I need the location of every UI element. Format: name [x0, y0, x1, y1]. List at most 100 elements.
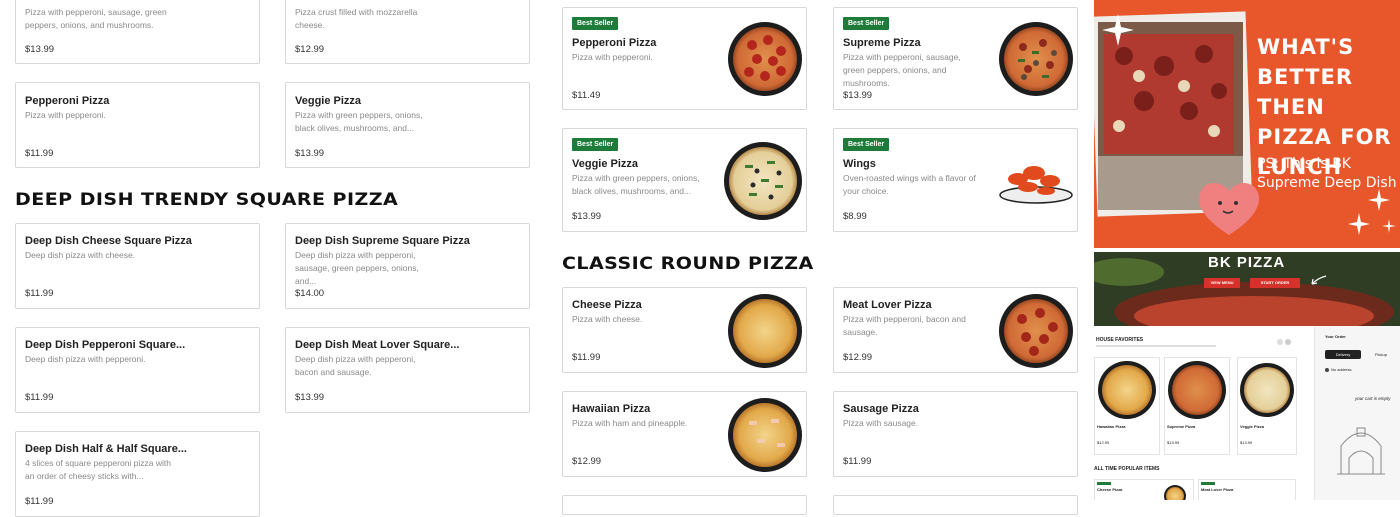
card-desc: Oven-roasted wings with a flavor of your…: [843, 173, 976, 196]
card-desc: Pizza with green peppers, onions, black …: [572, 173, 700, 196]
card-price: $14.00: [295, 288, 325, 299]
meat-lover-pizza-image: [999, 294, 1073, 368]
card-price: $13.99: [295, 148, 325, 159]
card-title: Deep Dish Supreme Square Pizza: [295, 235, 470, 247]
menu-preview-area: HOUSE FAVORITES Hawaiian Pizza $12.99 Su…: [1094, 326, 1314, 500]
house-favorites-title: HOUSE FAVORITES: [1096, 337, 1144, 343]
card-title: Deep Dish Half & Half Square...: [25, 443, 187, 455]
subtitle-bar: [1096, 345, 1216, 347]
mini-popular-card[interactable]: Cheese Pizza: [1094, 479, 1194, 500]
menu-card-partial[interactable]: [562, 495, 807, 515]
menu-card-supreme-partial[interactable]: Pizza with pepperoni, sausage, green pep…: [15, 0, 260, 64]
best-seller-card-veggie[interactable]: Best Seller Veggie Pizza Pizza with gree…: [562, 128, 807, 232]
menu-card-sausage[interactable]: Sausage Pizza Pizza with sausage. $11.99: [833, 391, 1078, 477]
card-title: Veggie Pizza: [295, 95, 362, 107]
mini-price: $12.99: [1097, 440, 1110, 445]
card-desc: Deep dish pizza with cheese.: [25, 250, 136, 260]
menu-card-pepperoni[interactable]: Pepperoni Pizza Pizza with pepperoni. $1…: [15, 82, 260, 168]
card-price: $11.49: [572, 90, 601, 101]
delivery-tab[interactable]: Delivery: [1325, 350, 1361, 359]
card-title: Sausage Pizza: [843, 403, 919, 415]
veggie-pizza-image: [724, 142, 802, 220]
mini-price: $13.99: [1167, 440, 1180, 445]
supreme-pizza-image: [999, 22, 1073, 96]
headline-line: WHAT'S: [1257, 35, 1355, 59]
card-desc: Pizza with pepperoni, sausage, green pep…: [25, 7, 167, 30]
menu-card-deep-dish-cheese[interactable]: Deep Dish Cheese Square Pizza Deep dish …: [15, 223, 260, 309]
pizza-oven-icon: [1337, 427, 1385, 475]
card-desc: Pizza with pepperoni, sausage, green pep…: [843, 52, 961, 88]
headline-line: PIZZA FOR: [1257, 125, 1392, 149]
card-desc: Deep dish pizza with pepperoni, sausage,…: [295, 250, 419, 286]
card-title: Deep Dish Meat Lover Square...: [295, 339, 460, 351]
best-seller-badge: Best Seller: [572, 138, 619, 151]
carousel-arrows-icon[interactable]: [1276, 338, 1292, 346]
mini-card-supreme[interactable]: Supreme Pizza $13.99: [1164, 357, 1230, 455]
pickup-tab[interactable]: Pickup: [1363, 350, 1399, 359]
mini-popular-card[interactable]: Meat Lover Pizza: [1198, 479, 1296, 500]
menu-card-deep-dish-half-half[interactable]: Deep Dish Half & Half Square... 4 slices…: [15, 431, 260, 517]
mini-card-veggie[interactable]: Veggie Pizza $13.99: [1237, 357, 1297, 455]
mini-pizza-image: [1240, 363, 1294, 417]
menu-card-meat-lover[interactable]: Meat Lover Pizza Pizza with pepperoni, b…: [833, 287, 1078, 373]
mini-pizza-image: [1168, 361, 1226, 419]
best-seller-card-wings[interactable]: Best Seller Wings Oven-roasted wings wit…: [833, 128, 1078, 232]
menu-card-deep-dish-supreme[interactable]: Deep Dish Supreme Square Pizza Deep dish…: [285, 223, 530, 309]
card-desc: Pizza with sausage.: [843, 418, 919, 428]
card-title: Veggie Pizza: [572, 158, 639, 170]
card-title: Deep Dish Cheese Square Pizza: [25, 235, 192, 247]
best-seller-badge: Best Seller: [843, 17, 890, 30]
mini-card-hawaiian[interactable]: Hawaiian Pizza $12.99: [1094, 357, 1160, 455]
card-price: $11.99: [25, 288, 54, 299]
menu-card-deep-dish-meat-lover[interactable]: Deep Dish Meat Lover Square... Deep dish…: [285, 327, 530, 413]
best-seller-badge: Best Seller: [572, 17, 619, 30]
hero-background: BK PIZZA VIEW MENU START ORDER: [1094, 252, 1400, 326]
mini-pizza-image: [1164, 485, 1186, 500]
card-title: Wings: [843, 158, 876, 170]
menu-card-stuffed-crust-partial[interactable]: Pizza crust filled with mozzarella chees…: [285, 0, 530, 64]
menu-card-hawaiian[interactable]: Hawaiian Pizza Pizza with ham and pineap…: [562, 391, 807, 477]
menu-card-cheese[interactable]: Cheese Pizza Pizza with cheese. $11.99: [562, 287, 807, 373]
view-menu-button[interactable]: VIEW MENU: [1204, 278, 1240, 288]
mini-title: Cheese Pizza: [1097, 487, 1123, 492]
card-desc: 4 slices of square pepperoni pizza with …: [25, 458, 171, 481]
cart-empty-text: your cart is empty: [1355, 396, 1391, 401]
mini-badge: [1201, 482, 1215, 485]
mini-title: Meat Lover Pizza: [1201, 487, 1234, 492]
menu-card-veggie[interactable]: Veggie Pizza Pizza with green peppers, o…: [285, 82, 530, 168]
popular-items-title: ALL TIME POPULAR ITEMS: [1094, 466, 1160, 472]
headline-line: BETTER THEN: [1257, 65, 1353, 119]
card-price: $12.99: [295, 44, 325, 55]
card-price: $13.99: [25, 44, 55, 55]
best-seller-card-supreme[interactable]: Best Seller Supreme Pizza Pizza with pep…: [833, 7, 1078, 110]
card-price: $12.99: [843, 352, 873, 363]
card-title: Supreme Pizza: [843, 37, 921, 49]
heart-icon: [1199, 182, 1259, 235]
card-desc: Pizza with pepperoni.: [572, 52, 653, 62]
card-title: Pepperoni Pizza: [572, 37, 657, 49]
card-price: $11.99: [25, 148, 54, 159]
website-preview-banner[interactable]: BK PIZZA VIEW MENU START ORDER HOUSE FAV…: [1094, 252, 1400, 500]
card-price: $11.99: [843, 456, 872, 467]
menu-card-deep-dish-pepperoni[interactable]: Deep Dish Pepperoni Square... Deep dish …: [15, 327, 260, 413]
menu-card-partial[interactable]: [833, 495, 1078, 515]
location-pin-icon: [1325, 368, 1329, 372]
best-seller-card-pepperoni[interactable]: Best Seller Pepperoni Pizza Pizza with p…: [562, 7, 807, 110]
section-title-deep-dish: DEEP DISH TRENDY SQUARE PIZZA: [15, 190, 399, 210]
sparkles-icon: [1348, 189, 1396, 235]
hawaiian-pizza-image: [728, 398, 802, 472]
your-order-title: Your Order: [1325, 334, 1346, 339]
card-title: Meat Lover Pizza: [843, 299, 932, 311]
card-title: Pepperoni Pizza: [25, 95, 110, 107]
sparkle-icon: [1102, 14, 1134, 46]
start-order-button[interactable]: START ORDER: [1250, 278, 1300, 288]
wings-image: [999, 166, 1073, 204]
card-desc: Pizza with cheese.: [572, 314, 643, 324]
card-price: $13.99: [843, 90, 873, 101]
mini-title: Veggie Pizza: [1240, 424, 1265, 429]
card-desc: Deep dish pizza with pepperoni.: [25, 354, 146, 364]
promo-banner-lunch[interactable]: WHAT'S BETTER THEN PIZZA FOR LUNCH PS: T…: [1094, 0, 1400, 248]
card-price: $11.99: [25, 392, 54, 403]
card-title: Hawaiian Pizza: [572, 403, 651, 415]
card-price: $8.99: [843, 211, 867, 222]
